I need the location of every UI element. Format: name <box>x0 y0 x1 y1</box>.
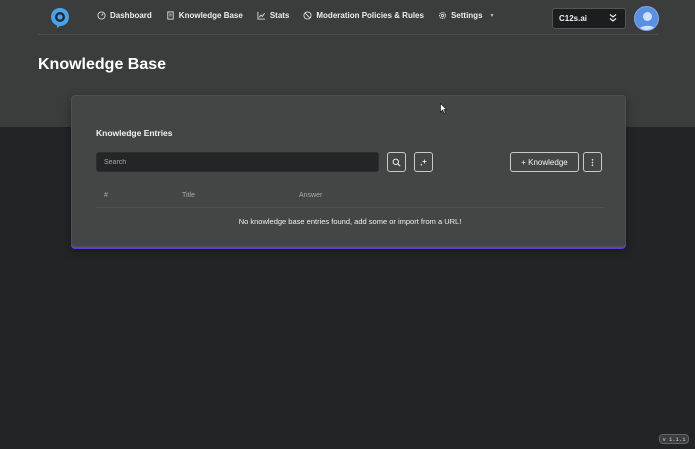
version-badge: v 1.1.1 <box>659 434 689 444</box>
column-header-answer: Answer <box>299 192 323 199</box>
magic-search-button[interactable] <box>414 152 433 172</box>
nav-item-moderation[interactable]: Moderation Policies & Rules <box>303 11 424 20</box>
column-header-title: Title <box>182 192 195 199</box>
more-vertical-icon <box>591 158 594 166</box>
organization-select-value: C12s.ai <box>559 14 588 23</box>
empty-state-message: No knowledge base entries found, add som… <box>238 217 462 226</box>
nav-item-knowledge-base[interactable]: Knowledge Base <box>166 11 243 20</box>
nav-divider <box>38 34 658 35</box>
top-navigation: Dashboard Knowledge Base Stats Moderatio… <box>0 0 695 36</box>
chart-icon <box>257 11 265 20</box>
card-title: Knowledge Entries <box>96 128 173 138</box>
ban-icon <box>303 11 312 20</box>
organization-select[interactable]: C12s.ai <box>552 8 626 29</box>
gauge-icon <box>97 11 106 20</box>
nav-item-label: Stats <box>269 11 290 20</box>
knowledge-entries-card: Knowledge Entries + Knowledge # Title An… <box>71 95 626 247</box>
search-button[interactable] <box>387 152 406 172</box>
nav-item-label: Knowledge Base <box>178 11 243 20</box>
user-icon <box>638 12 657 30</box>
nav-item-label: Dashboard <box>110 11 152 20</box>
mouse-cursor-icon <box>440 103 447 114</box>
sparkles-icon <box>419 158 428 166</box>
table-header: # Title Answer <box>96 192 604 208</box>
logo-icon[interactable] <box>50 7 70 29</box>
nav-item-stats[interactable]: Stats <box>257 11 290 20</box>
chevron-down-icon: ▾ <box>490 13 494 19</box>
add-knowledge-button[interactable]: + Knowledge <box>510 152 579 172</box>
nav-item-label: Moderation Policies & Rules <box>316 11 424 20</box>
page-title: Knowledge Base <box>38 56 167 73</box>
gear-icon <box>438 11 446 20</box>
nav-item-dashboard[interactable]: Dashboard <box>97 11 152 20</box>
nav-item-label: Settings <box>450 11 483 20</box>
nav-item-settings[interactable]: Settings ▾ <box>438 11 494 20</box>
more-options-button[interactable] <box>583 152 602 172</box>
avatar[interactable] <box>634 6 659 31</box>
search-input[interactable] <box>96 152 379 172</box>
column-header-number: # <box>104 192 108 199</box>
book-icon <box>167 11 174 20</box>
chevron-double-down-icon <box>609 14 617 22</box>
search-icon <box>392 158 401 166</box>
